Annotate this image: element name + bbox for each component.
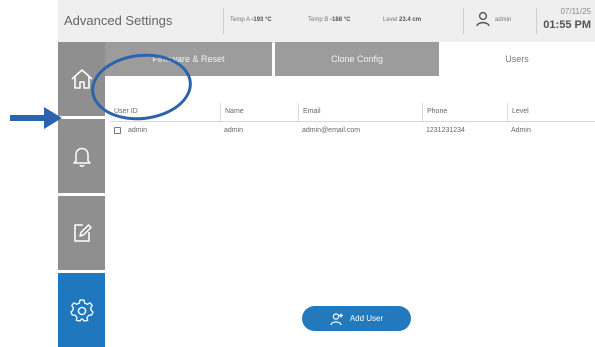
table-row[interactable]: admin admin admin@email.com 1231231234 A… bbox=[110, 122, 595, 140]
annotation-arrow-icon bbox=[10, 107, 62, 129]
sidebar-item-settings[interactable] bbox=[58, 273, 105, 347]
cell-email: admin@email.com bbox=[302, 127, 361, 134]
bell-icon bbox=[72, 147, 91, 167]
temp-a-label: Temp A bbox=[230, 17, 250, 23]
gear-icon bbox=[69, 299, 94, 322]
column-header-name[interactable]: Name bbox=[220, 103, 298, 121]
sidebar-item-logs[interactable] bbox=[58, 196, 105, 270]
header-divider bbox=[463, 8, 464, 34]
edit-icon bbox=[73, 224, 92, 242]
add-user-icon bbox=[330, 312, 343, 325]
row-checkbox[interactable] bbox=[114, 127, 121, 134]
time-display: 01:55 PM bbox=[543, 19, 591, 31]
tab-label: Users bbox=[505, 54, 529, 64]
column-header-email[interactable]: Email bbox=[298, 103, 422, 121]
sidebar-item-alarms[interactable] bbox=[58, 119, 105, 193]
cell-user-id: admin bbox=[128, 127, 148, 134]
cell-level: Admin bbox=[511, 127, 531, 134]
column-header-phone[interactable]: Phone bbox=[422, 103, 507, 121]
temp-a-readout: Temp A -193 °C bbox=[230, 17, 272, 23]
temp-b-label: Temp B bbox=[308, 17, 329, 23]
header-divider bbox=[223, 8, 224, 34]
top-header: Advanced Settings Temp A -193 °C Temp B … bbox=[58, 0, 595, 43]
add-user-label: Add User bbox=[349, 314, 384, 323]
column-header-level[interactable]: Level bbox=[507, 103, 595, 121]
temp-a-value: -193 °C bbox=[251, 17, 272, 23]
page-title: Advanced Settings bbox=[64, 13, 173, 28]
temp-b-value: -188 °C bbox=[330, 17, 351, 23]
tab-clone-config[interactable]: Clone Config bbox=[275, 42, 439, 76]
level-readout: Level 23.4 cm bbox=[383, 17, 421, 23]
level-value: 23.4 cm bbox=[399, 17, 422, 23]
level-label: Level bbox=[383, 17, 398, 23]
user-icon[interactable] bbox=[476, 11, 490, 27]
table-header: User ID Name Email Phone Level bbox=[110, 103, 595, 122]
add-user-button[interactable]: Add User bbox=[302, 306, 411, 331]
header-divider bbox=[536, 8, 537, 34]
users-table: User ID Name Email Phone Level admin adm… bbox=[110, 103, 595, 140]
temp-b-readout: Temp B -188 °C bbox=[308, 17, 350, 23]
date-display: 07/11/25 bbox=[560, 7, 591, 16]
tab-label: Clone Config bbox=[330, 54, 384, 64]
tab-users[interactable]: Users bbox=[439, 42, 595, 76]
user-name[interactable]: admin bbox=[495, 17, 511, 23]
cell-name: admin bbox=[224, 127, 244, 134]
cell-phone: 1231231234 bbox=[426, 127, 465, 134]
